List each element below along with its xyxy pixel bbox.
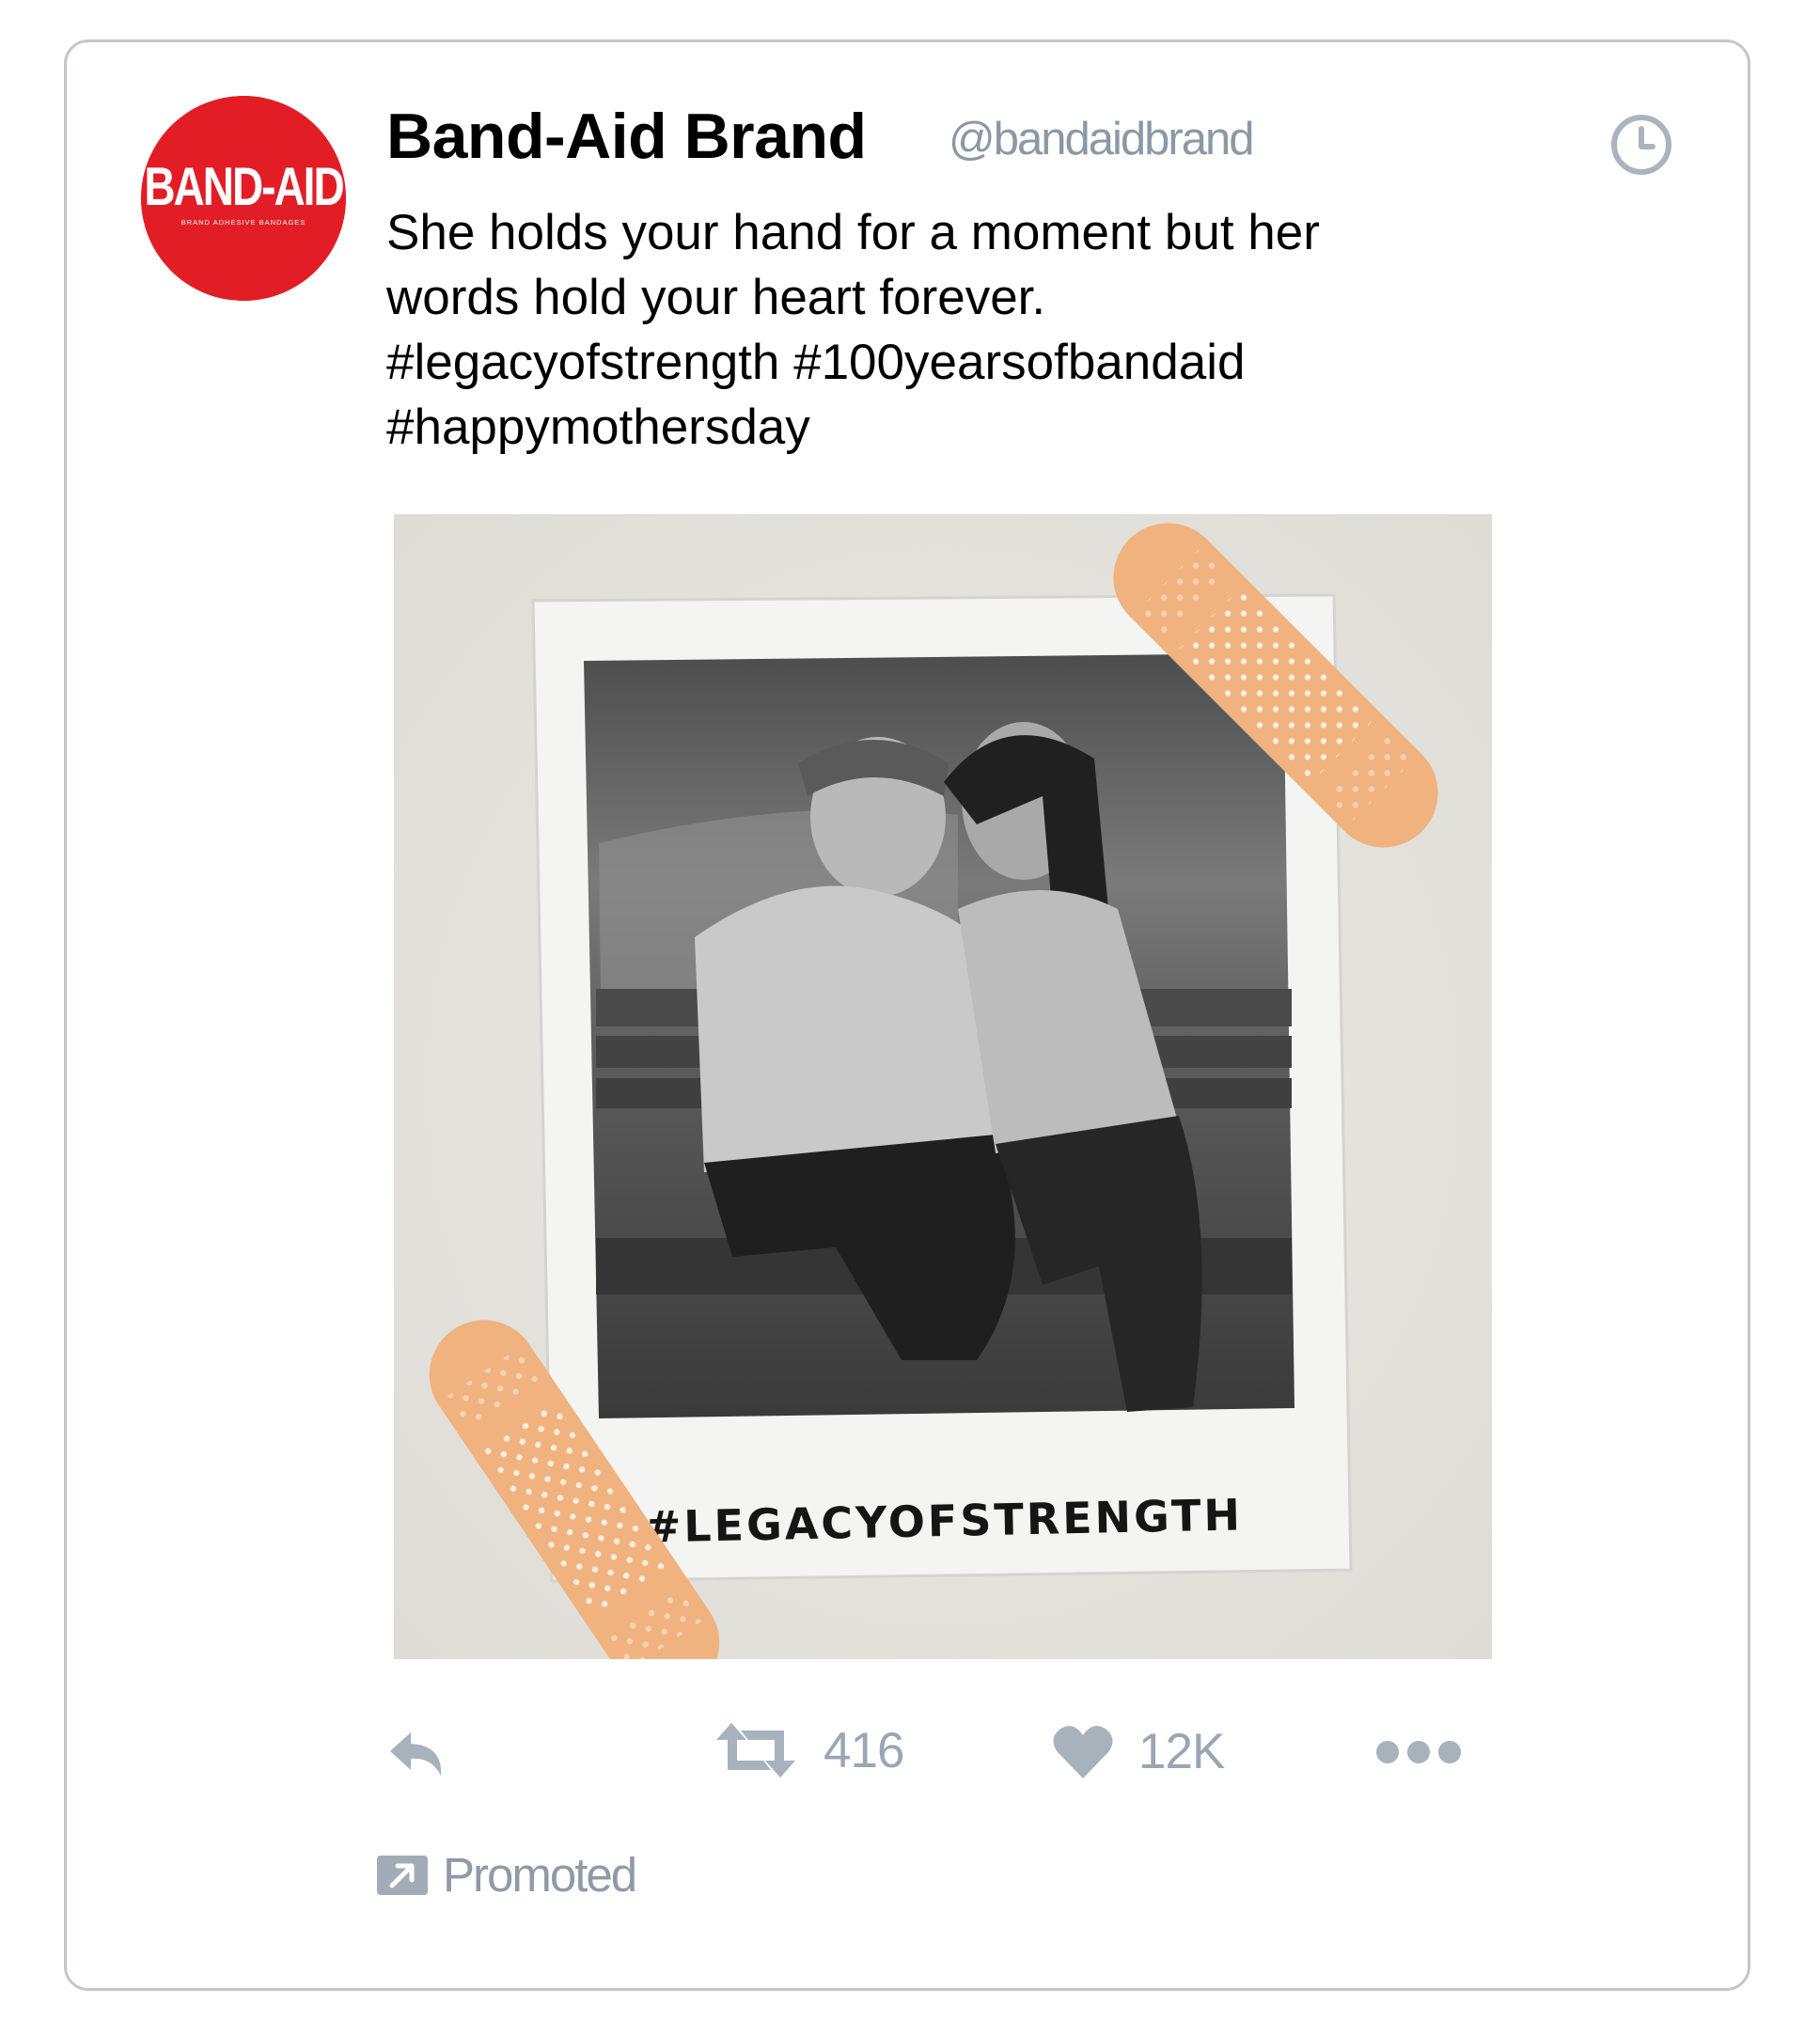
more-dots-icon	[1376, 1741, 1461, 1763]
reply-button[interactable]	[386, 1727, 452, 1783]
brand-avatar[interactable]: BAND-AID BRAND ADHESIVE BANDAGES	[141, 96, 346, 301]
tweet-actions: 416 12K	[67, 1715, 1748, 1809]
polaroid-frame: #LEGACYOFSTRENGTH	[531, 593, 1353, 1583]
heart-icon	[1053, 1725, 1113, 1778]
logo-wordmark: BAND-AID	[144, 157, 343, 217]
tweet-text-line: She holds your hand for a moment but her	[386, 205, 1320, 260]
retweet-count: 416	[824, 1722, 904, 1778]
reply-icon	[390, 1732, 442, 1776]
author-name[interactable]: Band-Aid Brand	[386, 99, 867, 176]
promoted-arrow-icon	[377, 1855, 428, 1895]
tweet-media-image[interactable]: #LEGACYOFSTRENGTH	[394, 514, 1492, 1659]
author-handle[interactable]: @bandaidbrand	[949, 112, 1254, 167]
logo-subtext: BRAND ADHESIVE BANDAGES	[181, 218, 306, 227]
band-aid-logo: BAND-AID BRAND ADHESIVE BANDAGES	[141, 96, 346, 301]
tweet-hashtags-line[interactable]: #legacyofstrength #100yearsofbandaid	[386, 330, 1608, 395]
like-count: 12K	[1138, 1724, 1225, 1779]
promoted-label: Promoted	[443, 1848, 637, 1902]
tweet-card: BAND-AID BRAND ADHESIVE BANDAGES Band-Ai…	[64, 39, 1750, 1991]
tweet-text: She holds your hand for a moment but her…	[386, 200, 1608, 460]
more-options-button[interactable]	[1375, 1740, 1462, 1764]
promoted-indicator[interactable]: Promoted	[375, 1847, 637, 1903]
tweet-text-line: words hold your heart forever.	[386, 270, 1046, 325]
tweet-hashtags-line[interactable]: #happymothersday	[386, 395, 1608, 460]
retweet-button[interactable]: 416	[713, 1721, 904, 1779]
retweet-icon	[716, 1723, 795, 1778]
like-button[interactable]: 12K	[1052, 1723, 1225, 1780]
clock-icon[interactable]	[1608, 112, 1674, 178]
